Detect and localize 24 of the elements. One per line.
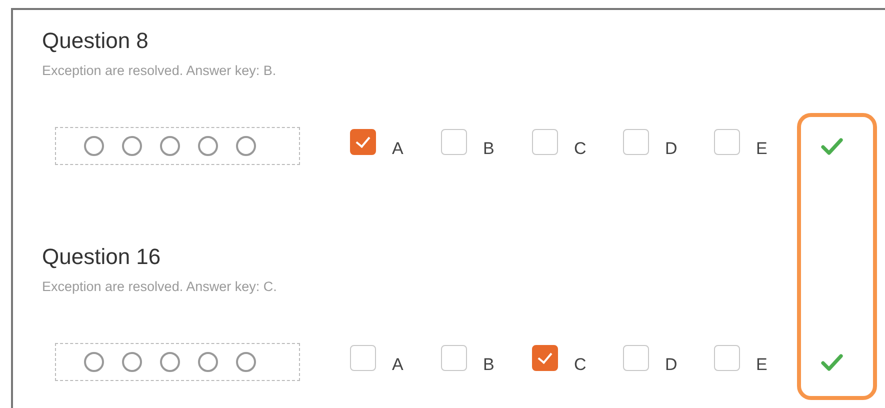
option-label: C — [574, 139, 586, 159]
checkbox[interactable] — [441, 129, 467, 155]
option-label: A — [392, 139, 404, 159]
question-title: Question 8 — [42, 28, 150, 54]
question-note: Exception are resolved. Answer key: C. — [42, 278, 278, 296]
checkbox[interactable] — [532, 129, 558, 155]
question-note: Exception are resolved. Answer key: B. — [42, 62, 278, 80]
checkbox[interactable] — [532, 345, 558, 371]
option-label: D — [665, 355, 678, 375]
question-title: Question 16 — [42, 244, 162, 270]
option-label: A — [392, 355, 404, 375]
checkbox[interactable] — [623, 129, 649, 155]
checkbox[interactable] — [350, 129, 376, 155]
option-label: D — [665, 139, 678, 159]
checkbox[interactable] — [714, 129, 740, 155]
option-label: C — [574, 355, 586, 375]
option-label: B — [483, 139, 494, 159]
checkbox[interactable] — [623, 345, 649, 371]
checkbox[interactable] — [441, 345, 467, 371]
checkbox[interactable] — [350, 345, 376, 371]
option-label: B — [483, 355, 494, 375]
checkbox[interactable] — [714, 345, 740, 371]
option-label: E — [756, 139, 768, 159]
option-label: E — [756, 355, 768, 375]
